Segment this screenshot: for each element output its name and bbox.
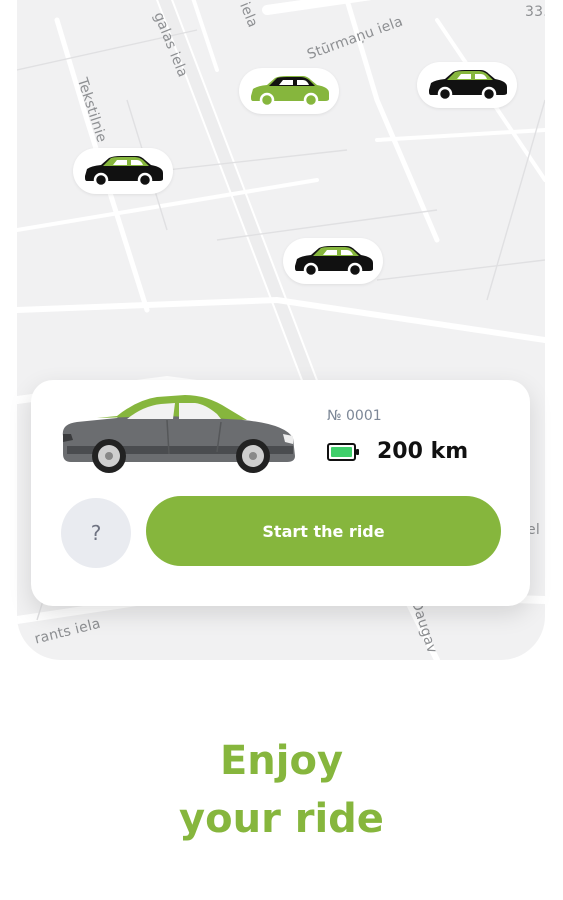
car-icon xyxy=(85,156,163,188)
car-marker-4[interactable] xyxy=(283,238,383,284)
battery-icon xyxy=(327,443,359,461)
car-icon xyxy=(295,246,373,278)
range-info: 200 km xyxy=(327,436,468,466)
car-icon xyxy=(429,70,507,102)
street-label-corner-number: 33. xyxy=(525,4,545,20)
car-illustration xyxy=(62,395,296,473)
car-marker-1[interactable] xyxy=(239,68,339,114)
headline-line-1: Enjoy xyxy=(219,738,344,784)
car-number: № 0001 xyxy=(327,408,382,424)
car-marker-3[interactable] xyxy=(73,148,173,194)
headline-line-2: your ride xyxy=(179,796,384,842)
headline: Enjoy your ride xyxy=(0,732,563,848)
car-icon xyxy=(251,76,329,108)
help-button[interactable]: ? xyxy=(61,498,131,568)
ride-card: № 0001 200 km ? Start the ride xyxy=(31,380,530,606)
car-marker-2[interactable] xyxy=(417,62,517,108)
start-ride-button[interactable]: Start the ride xyxy=(146,496,501,566)
range-value: 200 km xyxy=(377,438,469,464)
